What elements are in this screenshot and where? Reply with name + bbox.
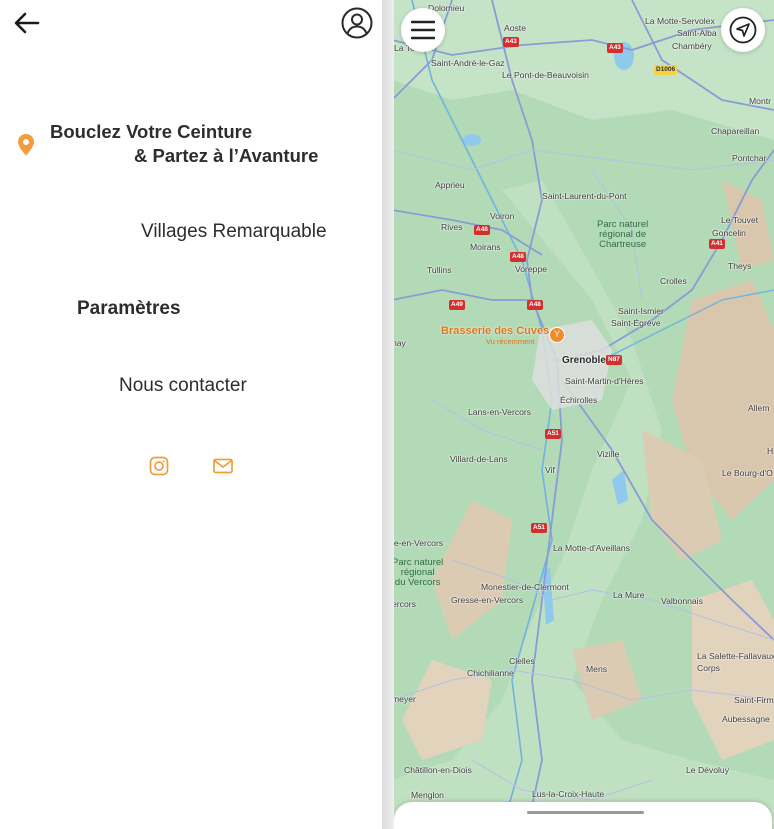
map-label: Vizille — [597, 449, 620, 459]
map-label: Châtillon-en-Diois — [404, 765, 472, 775]
map-label: Tullins — [427, 265, 452, 275]
park-label: Parc naturel régional du Vercors — [392, 557, 444, 588]
instagram-icon — [149, 456, 169, 476]
road-shield: A41 — [709, 239, 725, 249]
hamburger-menu-icon — [411, 20, 435, 40]
map-label-city: Grenoble — [562, 355, 606, 366]
map-label: Pontchar — [732, 153, 767, 163]
map-label: Menglon — [411, 790, 444, 800]
map-label: nay — [392, 338, 406, 348]
map-label: Le Bourg-d'O — [722, 468, 773, 478]
map-label: Theys — [728, 261, 752, 271]
map-label: Valbonnais — [661, 596, 703, 606]
tagline-line-2: & Partez à l’Avanture — [134, 145, 319, 166]
map-label: H — [767, 446, 774, 456]
map-label: Chichilianne — [467, 668, 514, 678]
map-label: La Motte-Servolex — [645, 16, 715, 26]
map-label: Rives — [441, 222, 463, 232]
map-label: meyer — [392, 694, 416, 704]
map-label: Crolles — [660, 276, 687, 286]
mail-icon — [213, 458, 233, 474]
drawer-shadow — [382, 0, 394, 829]
email-link[interactable] — [212, 455, 234, 477]
map-label: Gresse-en-Vercors — [451, 595, 524, 605]
road-shield: A48 — [510, 252, 526, 262]
map-label: La Motte-d'Aveillans — [553, 543, 630, 553]
map-label: Saint-Égrève — [611, 318, 661, 328]
map-label: le-en-Vercors — [392, 538, 444, 548]
map-label: Monestier-de-Clermont — [481, 582, 569, 592]
map-label: Montr — [749, 96, 771, 106]
map-label: Aubessagne — [722, 714, 770, 724]
map-label: Lus-la-Croix-Haute — [532, 789, 605, 799]
map-label: Le Pont-de-Beauvoisin — [502, 70, 589, 80]
menu-item-villages[interactable]: Villages Remarquable — [141, 221, 327, 243]
locate-me-button[interactable] — [721, 8, 765, 52]
arrow-left-icon — [14, 12, 40, 34]
poi-name: Brasserie des Cuves — [441, 325, 550, 337]
poi-brasserie[interactable]: Brasserie des Cuves Vu récemment — [441, 325, 549, 346]
map-label: Chapareillan — [711, 126, 760, 136]
map-menu-button[interactable] — [401, 8, 445, 52]
navigation-arrow-icon — [729, 16, 757, 44]
map-label: Échirolles — [560, 395, 598, 405]
map-terrain — [392, 0, 774, 829]
park-label: Parc naturel régional de Chartreuse — [597, 219, 649, 250]
map-label: Goncelin — [712, 228, 746, 238]
map-label: Villard-de-Lans — [450, 454, 508, 464]
map-label: Saint-Laurent-du-Pont — [542, 191, 627, 201]
map-label: Saint-Alba — [677, 28, 717, 38]
menu-item-contact[interactable]: Nous contacter — [119, 375, 247, 397]
road-shield: A51 — [531, 523, 547, 533]
map-label: ercors — [392, 599, 416, 609]
road-shield: N87 — [606, 355, 622, 365]
map-label: Mens — [586, 664, 608, 674]
road-shield: A49 — [449, 300, 465, 310]
map-label: Saint-Firm — [734, 695, 774, 705]
map-label: Moirans — [470, 242, 501, 252]
map-label: Apprieu — [435, 180, 465, 190]
back-button[interactable] — [12, 10, 42, 36]
map-pin-icon — [18, 134, 34, 156]
map-label: Saint-André-le-Gaz — [431, 58, 505, 68]
map-label: Le Touvet — [721, 215, 759, 225]
map-label: Le Dévoluy — [686, 765, 729, 775]
road-shield: A48 — [527, 300, 543, 310]
map-label: Aoste — [504, 23, 526, 33]
sheet-drag-handle[interactable] — [527, 811, 644, 814]
road-shield: D1006 — [654, 65, 678, 75]
map-label: Saint-Ismier — [618, 306, 664, 316]
map-label: Lans-en-Vercors — [468, 407, 532, 417]
road-shield: A43 — [503, 37, 519, 47]
map-label: Allem — [748, 403, 770, 413]
navigation-drawer: Bouclez Votre Ceinture & Partez à l’Avan… — [0, 0, 382, 829]
user-circle-icon — [341, 7, 373, 39]
tagline-line-1: Bouclez Votre Ceinture — [50, 121, 253, 142]
poi-subtitle: Vu récemment — [486, 337, 535, 346]
map-label: La Mure — [613, 590, 645, 600]
map-label: Vif — [545, 465, 555, 475]
menu-item-settings[interactable]: Paramètres — [77, 298, 181, 320]
map-label: Chambéry — [672, 41, 712, 51]
map-view[interactable]: Dolomieu Aoste La Motte-Servolex Saint-A… — [392, 0, 774, 829]
map-label: Corps — [697, 663, 720, 673]
account-button[interactable] — [341, 7, 373, 39]
instagram-link[interactable] — [148, 455, 170, 477]
road-shield: A51 — [545, 429, 561, 439]
bottom-sheet[interactable] — [394, 802, 772, 829]
map-label: Voiron — [490, 211, 515, 221]
map-label: Saint-Martin-d'Hères — [565, 376, 644, 386]
cocktail-icon[interactable]: Y — [549, 327, 565, 343]
map-label: Voreppe — [515, 264, 548, 274]
map-label: Clelles — [509, 656, 535, 666]
road-shield: A48 — [474, 225, 490, 235]
road-shield: A43 — [607, 43, 623, 53]
map-label: La Salette-Fallavaux — [697, 651, 774, 661]
